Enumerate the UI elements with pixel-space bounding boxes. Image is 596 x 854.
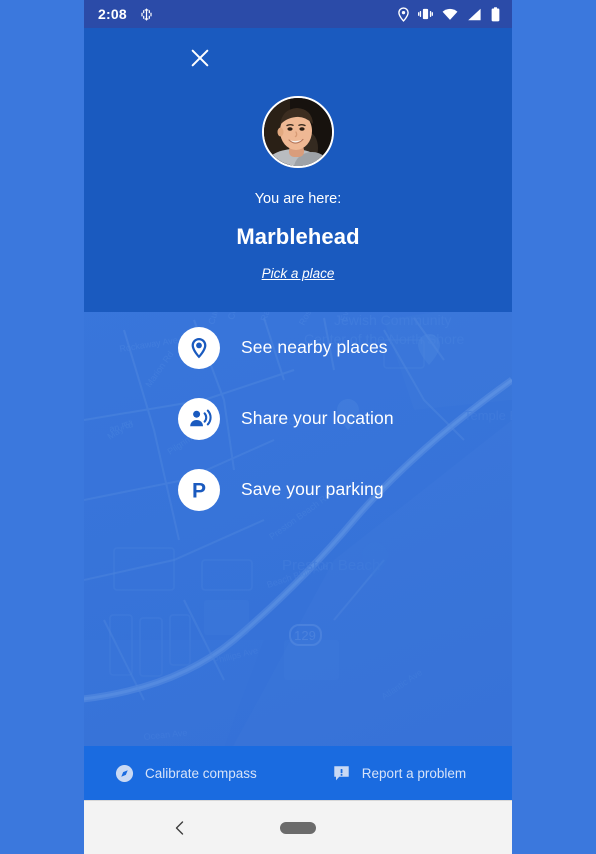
report-problem-icon — [334, 765, 349, 780]
svg-text:P: P — [192, 479, 206, 502]
place-pin-icon — [178, 326, 220, 369]
action-label: Save your parking — [241, 479, 384, 499]
report-problem-label: Report a problem — [361, 765, 467, 781]
calibrate-compass-button[interactable]: Calibrate compass — [115, 764, 257, 783]
android-nav-bar — [84, 800, 512, 854]
close-icon — [191, 49, 209, 67]
phone-screen: Jewish Community Center of the North Sho… — [84, 0, 512, 854]
page-title: Marblehead — [236, 224, 360, 249]
action-share-your-location[interactable]: Share your location — [84, 383, 512, 454]
back-button[interactable] — [167, 815, 193, 841]
wifi-icon — [442, 8, 458, 20]
bottom-utility-bar: Calibrate compass Report a problem — [84, 746, 512, 800]
battery-icon — [491, 6, 500, 21]
avatar[interactable] — [262, 96, 334, 168]
status-bar-clock: 2:08 — [98, 6, 127, 22]
svg-text:129: 129 — [294, 628, 316, 643]
vibrate-icon — [418, 8, 433, 20]
pick-a-place-label: Pick a place — [261, 266, 335, 281]
action-see-nearby-places[interactable]: See nearby places — [84, 312, 512, 383]
chevron-left-icon — [175, 820, 184, 835]
avatar-photo — [264, 98, 332, 166]
close-button[interactable] — [184, 42, 216, 74]
pick-a-place-link[interactable]: Pick a place — [84, 265, 512, 283]
home-gesture-pill[interactable] — [280, 821, 316, 834]
share-location-icon — [178, 397, 220, 440]
location-pin-icon — [398, 6, 409, 22]
parking-icon: P — [178, 468, 220, 511]
cellular-signal-icon — [468, 8, 481, 20]
action-label: Share your location — [241, 408, 394, 428]
header-subtitle: You are here: — [254, 191, 342, 207]
status-bar: 2:08 — [84, 0, 512, 28]
report-problem-button[interactable]: Report a problem — [332, 764, 466, 783]
location-header-panel: You are here: Marblehead Pick a place — [84, 0, 512, 312]
calibrate-compass-label: Calibrate compass — [145, 765, 257, 781]
action-save-your-parking[interactable]: P Save your parking — [84, 454, 512, 525]
action-list: See nearby places Share your location P … — [84, 312, 512, 525]
dna-sync-icon — [139, 7, 154, 22]
action-label: See nearby places — [241, 337, 388, 357]
compass-icon — [115, 764, 134, 782]
